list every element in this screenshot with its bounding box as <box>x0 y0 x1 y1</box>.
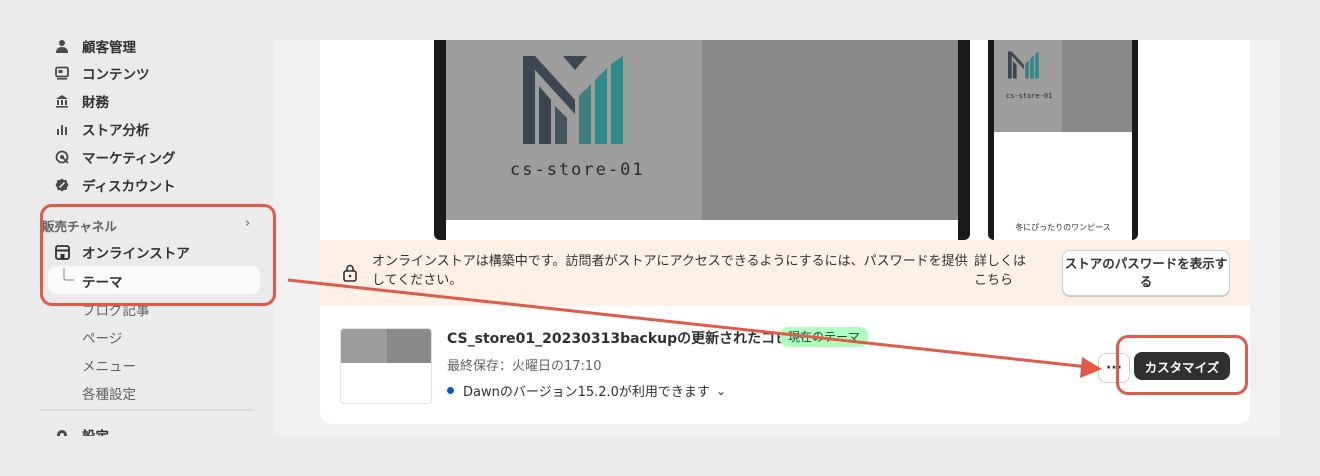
sidebar-item-label: ディスカウント <box>82 179 176 195</box>
annotation-box-sidebar <box>40 204 276 306</box>
mobile-brand-text: cs-store-01 <box>1006 92 1053 100</box>
sidebar-item-content[interactable]: コンテンツ <box>54 61 150 85</box>
show-password-button[interactable]: ストアのパスワードを表示する <box>1062 250 1230 296</box>
theme-name: CS_store01_20230313backupの更新されたコピー <box>447 331 804 347</box>
mobile-caption: 冬にぴったりのワンピース <box>1015 223 1111 232</box>
lock-icon <box>343 264 357 282</box>
sidebar-item-label: ストア分析 <box>82 123 150 139</box>
sidebar-item-pages[interactable]: ページ <box>82 327 122 347</box>
brand-text: cs-store-01 <box>510 160 645 180</box>
target-icon <box>54 149 70 165</box>
info-dot-icon <box>447 387 454 394</box>
sidebar-item-label: コンテンツ <box>82 67 150 83</box>
sidebar-item-analytics[interactable]: ストア分析 <box>54 117 150 141</box>
version-notice[interactable]: Dawnのバージョン15.2.0が利用できます ⌄ <box>447 381 726 400</box>
banner-message: オンラインストアは構築中です。訪問者がストアにアクセスできるようにするには、パス… <box>372 254 968 288</box>
sidebar-divider <box>40 409 254 411</box>
person-icon <box>54 40 70 54</box>
last-saved-text: 最終保存：火曜日の17:10 <box>447 359 602 374</box>
chevron-down-icon: ⌄ <box>715 383 726 398</box>
password-banner: オンラインストアは構築中です。訪問者がストアにアクセスできるようにするには、パス… <box>320 240 1250 306</box>
brand-logo-icon <box>523 56 623 144</box>
bank-icon <box>54 93 70 109</box>
sidebar-item-marketing[interactable]: マーケティング <box>54 145 175 169</box>
bar-chart-icon <box>54 121 70 137</box>
sidebar-item-label: マーケティング <box>82 151 176 167</box>
sidebar-item-discounts[interactable]: ディスカウント <box>54 173 176 197</box>
gear-icon <box>54 427 70 436</box>
sidebar-item-finance[interactable]: 財務 <box>54 89 109 113</box>
sidebar-item-settings[interactable]: 設定 <box>54 423 109 436</box>
sidebar-item-label: 顧客管理 <box>82 40 136 56</box>
theme-thumbnail[interactable] <box>340 328 432 404</box>
sidebar-item-menus[interactable]: メニュー <box>82 355 136 375</box>
theme-card: cs-store-01 cs-store-01 冬にぴったりのワンピース オンラ… <box>320 40 1250 424</box>
sidebar-item-customers[interactable]: 顧客管理 <box>54 40 136 58</box>
version-notice-text: Dawnのバージョン15.2.0が利用できます <box>463 385 710 400</box>
annotation-box-customize <box>1116 335 1248 395</box>
brand-logo-small-icon <box>1008 51 1039 79</box>
discount-icon <box>54 177 70 193</box>
theme-preview[interactable]: cs-store-01 cs-store-01 冬にぴったりのワンピース <box>320 40 1250 240</box>
desktop-preview: cs-store-01 <box>434 40 970 240</box>
sidebar-item-label: 財務 <box>82 95 109 111</box>
sidebar-item-preferences[interactable]: 各種設定 <box>82 383 136 403</box>
sidebar-item-label: 設定 <box>82 425 109 436</box>
content-icon <box>54 65 70 81</box>
current-theme-badge: 現在のテーマ <box>780 327 869 347</box>
mobile-preview: cs-store-01 冬にぴったりのワンピース <box>988 40 1138 240</box>
learn-more-link[interactable]: 詳しくはこちら <box>974 252 1032 290</box>
